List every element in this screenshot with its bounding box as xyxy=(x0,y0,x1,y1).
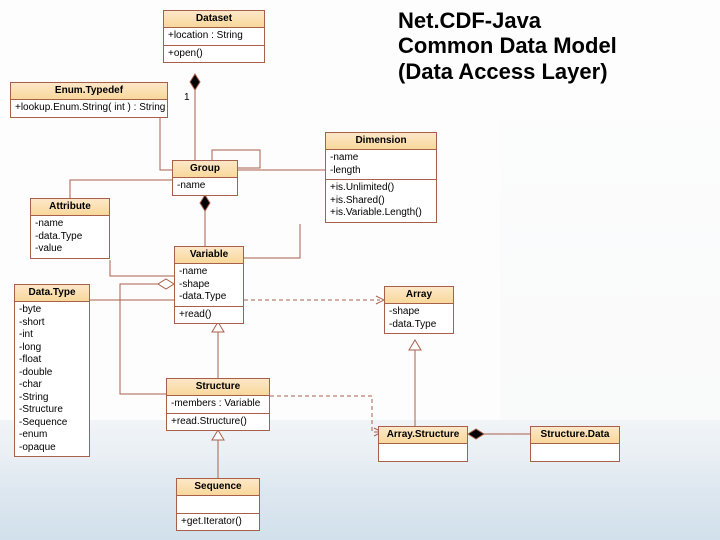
class-arraystructure-empty xyxy=(379,444,467,461)
class-dimension-attrs: -name -length xyxy=(326,150,436,180)
class-structure-ops: +read.Structure() xyxy=(167,414,269,431)
class-group-name: Group xyxy=(173,161,237,178)
class-attribute: Attribute -name -data.Type -value xyxy=(30,198,110,259)
class-dataset-name: Dataset xyxy=(164,11,264,28)
class-enumtypedef-attrs: +lookup.Enum.String( int ) : String xyxy=(11,100,167,117)
class-variable-attrs: -name -shape -data.Type xyxy=(175,264,243,307)
diagram-title: Net.CDF-Java Common Data Model (Data Acc… xyxy=(398,8,617,84)
class-dataset-ops: +open() xyxy=(164,46,264,63)
class-structuredata-name: Structure.Data xyxy=(531,427,619,444)
class-dimension-name: Dimension xyxy=(326,133,436,150)
class-structure-attrs: -members : Variable xyxy=(167,396,269,414)
class-sequence: Sequence +get.Iterator() xyxy=(176,478,260,531)
class-group-attrs: -name xyxy=(173,178,237,195)
class-dataset-attrs: +location : String xyxy=(164,28,264,46)
class-variable-name: Variable xyxy=(175,247,243,264)
class-array-name: Array xyxy=(385,287,453,304)
class-sequence-name: Sequence xyxy=(177,479,259,496)
class-sequence-empty xyxy=(177,496,259,514)
class-datatype: Data.Type -byte -short -int -long -float… xyxy=(14,284,90,457)
class-enumtypedef-name: Enum.Typedef xyxy=(11,83,167,100)
class-enumtypedef: Enum.Typedef +lookup.Enum.String( int ) … xyxy=(10,82,168,118)
title-line-3: (Data Access Layer) xyxy=(398,59,617,84)
class-structuredata-empty xyxy=(531,444,619,461)
class-arraystructure-name: Array.Structure xyxy=(379,427,467,444)
class-array-attrs: -shape -data.Type xyxy=(385,304,453,333)
class-dimension-ops: +is.Unlimited() +is.Shared() +is.Variabl… xyxy=(326,180,436,222)
multiplicity-dataset-group: 1 xyxy=(184,92,190,103)
title-line-2: Common Data Model xyxy=(398,33,617,58)
class-structure-name: Structure xyxy=(167,379,269,396)
class-sequence-ops: +get.Iterator() xyxy=(177,514,259,531)
class-structure: Structure -members : Variable +read.Stru… xyxy=(166,378,270,431)
title-line-1: Net.CDF-Java xyxy=(398,8,617,33)
class-datatype-name: Data.Type xyxy=(15,285,89,302)
class-attribute-name: Attribute xyxy=(31,199,109,216)
class-dimension: Dimension -name -length +is.Unlimited() … xyxy=(325,132,437,223)
class-variable-ops: +read() xyxy=(175,307,243,324)
class-structuredata: Structure.Data xyxy=(530,426,620,462)
class-datatype-attrs: -byte -short -int -long -float -double -… xyxy=(15,302,89,456)
class-variable: Variable -name -shape -data.Type +read() xyxy=(174,246,244,324)
class-dataset: Dataset +location : String +open() xyxy=(163,10,265,63)
class-group: Group -name xyxy=(172,160,238,196)
class-arraystructure: Array.Structure xyxy=(378,426,468,462)
class-array: Array -shape -data.Type xyxy=(384,286,454,334)
class-attribute-attrs: -name -data.Type -value xyxy=(31,216,109,258)
